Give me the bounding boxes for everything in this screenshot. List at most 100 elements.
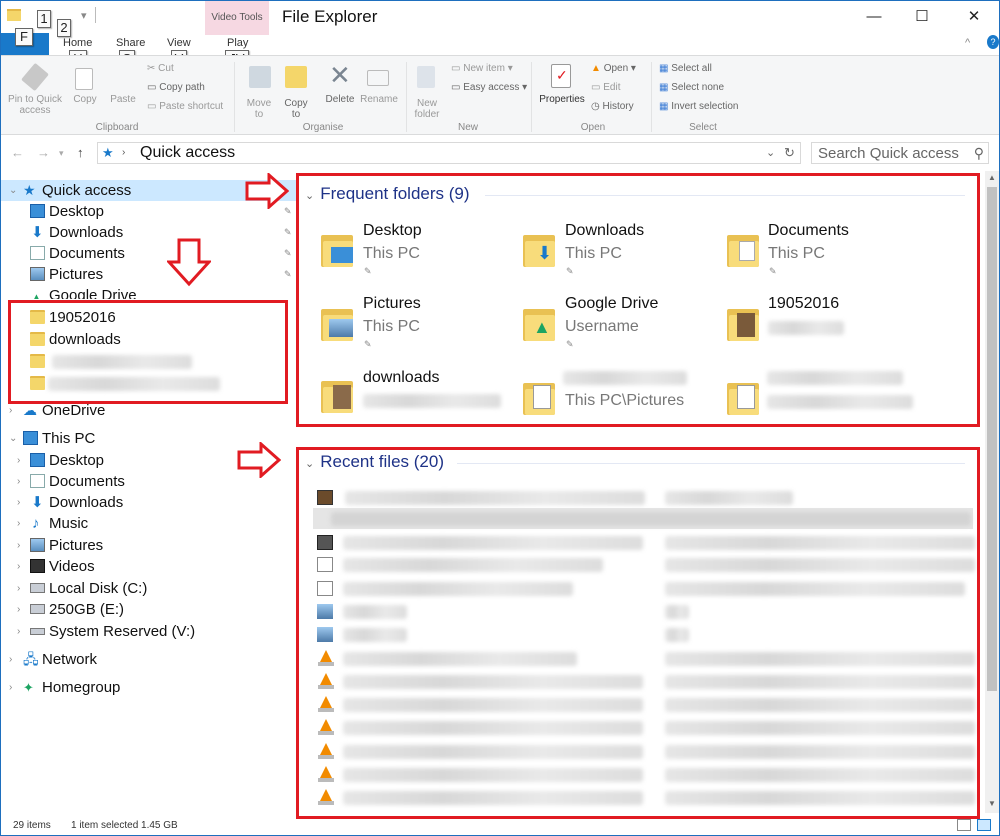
nav-qa-google-drive[interactable]: ▲ Google Drive xyxy=(30,285,295,299)
recent-file-row[interactable] xyxy=(313,578,973,599)
scrollbar-thumb[interactable] xyxy=(987,187,997,691)
nav-pc-local-disk[interactable]: Local Disk (C:) xyxy=(30,578,250,599)
expand-chevron-icon[interactable]: › xyxy=(9,400,12,421)
recent-file-row[interactable] xyxy=(313,554,975,575)
recent-files-header[interactable]: ⌄ Recent files (20) xyxy=(305,452,444,472)
rename-button[interactable]: Rename xyxy=(357,94,401,105)
recent-file-row[interactable] xyxy=(313,764,975,785)
nav-qa-downloads[interactable]: ⬇ Downloads ✎ xyxy=(30,222,295,243)
expand-chevron-icon[interactable]: › xyxy=(17,535,20,556)
minimize-button[interactable]: — xyxy=(851,1,897,33)
expand-chevron-icon[interactable]: › xyxy=(9,649,12,670)
expand-chevron-icon[interactable]: › xyxy=(17,556,20,577)
select-none-button[interactable]: ▦ Select none xyxy=(659,82,724,93)
close-button[interactable]: ✕ xyxy=(951,1,997,33)
qat-dropdown-icon[interactable]: ▾ xyxy=(81,9,87,22)
expand-chevron-icon[interactable]: › xyxy=(17,513,20,534)
new-item-button[interactable]: ▭ New item ▾ xyxy=(451,63,513,74)
vertical-scrollbar[interactable]: ▲ ▼ xyxy=(985,171,999,813)
expand-chevron-icon[interactable]: › xyxy=(17,450,20,471)
nav-onedrive[interactable]: ☁ OneDrive xyxy=(23,400,223,421)
recent-file-row[interactable] xyxy=(313,601,973,622)
recent-file-row[interactable] xyxy=(313,532,975,553)
nav-pc-pictures[interactable]: Pictures xyxy=(30,535,230,556)
breadcrumb-chevron-icon[interactable]: › xyxy=(122,147,125,158)
expand-chevron-icon[interactable]: ⌄ xyxy=(9,428,17,449)
nav-qa-19052016[interactable]: 19052016 xyxy=(30,307,280,328)
nav-this-pc[interactable]: This PC xyxy=(23,428,223,449)
cut-button[interactable]: ✂ Cut xyxy=(147,63,174,74)
search-input[interactable]: Search Quick access ⚲ xyxy=(811,142,989,164)
nav-pc-250gb[interactable]: 250GB (E:) xyxy=(30,599,250,620)
expand-chevron-icon[interactable]: ⌄ xyxy=(9,180,17,201)
refresh-icon[interactable]: ↻ xyxy=(784,145,795,161)
nav-pc-documents[interactable]: Documents xyxy=(30,471,230,492)
scroll-up-icon[interactable]: ▲ xyxy=(988,173,996,182)
nav-pc-desktop[interactable]: Desktop xyxy=(30,450,230,471)
nav-qa-blurred-1[interactable] xyxy=(30,351,280,372)
recent-file-row[interactable] xyxy=(313,717,975,738)
recent-file-row-selected[interactable] xyxy=(313,508,973,529)
vlc-file-icon xyxy=(318,719,334,735)
nav-qa-documents[interactable]: Documents ✎ xyxy=(30,243,295,264)
recent-locations-dropdown[interactable]: ▾ xyxy=(59,148,64,159)
expand-chevron-icon[interactable]: › xyxy=(9,677,12,698)
help-icon[interactable]: ? xyxy=(987,35,999,49)
recent-file-row[interactable] xyxy=(313,487,973,508)
tab-view[interactable]: View xyxy=(167,37,191,49)
up-button[interactable]: ↑ xyxy=(77,145,84,160)
nav-pc-downloads[interactable]: ⬇ Downloads xyxy=(30,492,230,513)
back-button[interactable]: ← xyxy=(11,145,24,160)
copy-path-button[interactable]: ▭ Copy path xyxy=(147,82,205,93)
delete-button[interactable]: Delete xyxy=(319,94,361,105)
forward-button[interactable]: → xyxy=(37,145,50,160)
recent-file-row[interactable] xyxy=(313,787,975,808)
pin-to-quick-access-button[interactable]: Pin to Quick access xyxy=(5,94,65,116)
expand-chevron-icon[interactable]: › xyxy=(17,492,20,513)
open-button[interactable]: ▲ Open ▾ xyxy=(591,63,636,74)
nav-homegroup[interactable]: ✦ Homegroup xyxy=(23,677,223,698)
expand-chevron-icon[interactable]: › xyxy=(17,599,20,620)
expand-chevron-icon[interactable]: › xyxy=(17,621,20,642)
maximize-button[interactable]: ☐ xyxy=(899,1,945,33)
recent-file-row[interactable] xyxy=(313,741,975,762)
nav-qa-pictures[interactable]: Pictures ✎ xyxy=(30,264,295,285)
recent-file-row[interactable] xyxy=(313,648,975,669)
address-dropdown-icon[interactable]: ⌄ xyxy=(766,146,775,159)
edit-button[interactable]: ▭ Edit xyxy=(591,82,620,93)
move-to-button[interactable]: Move to xyxy=(239,98,279,120)
paste-button[interactable]: Paste xyxy=(105,94,141,105)
ribbon-collapse-icon[interactable]: ^ xyxy=(965,37,970,49)
nav-pc-music[interactable]: ♪ Music xyxy=(30,513,230,534)
properties-button[interactable]: Properties xyxy=(537,94,587,105)
recent-file-row[interactable] xyxy=(313,694,975,715)
recent-file-row[interactable] xyxy=(313,671,975,692)
copy-to-button[interactable]: Copy to xyxy=(277,98,315,120)
image-file-icon xyxy=(317,604,333,619)
nav-network[interactable]: 🖧 Network xyxy=(23,649,223,670)
copy-button[interactable]: Copy xyxy=(67,94,103,105)
breadcrumb-quick-access[interactable]: Quick access xyxy=(140,144,235,162)
tab-share[interactable]: Share xyxy=(116,37,145,49)
select-all-button[interactable]: ▦ Select all xyxy=(659,63,712,74)
paste-shortcut-button[interactable]: ▭ Paste shortcut xyxy=(147,101,223,112)
tab-home[interactable]: Home xyxy=(63,37,92,49)
frequent-folders-header[interactable]: ⌄ Frequent folders (9) xyxy=(305,184,470,204)
tab-play[interactable]: Play xyxy=(227,37,248,49)
nav-pc-system-reserved[interactable]: System Reserved (V:) xyxy=(30,621,270,642)
nav-qa-downloads-folder[interactable]: downloads xyxy=(30,329,280,350)
large-icons-view-icon[interactable] xyxy=(977,819,991,831)
scroll-down-icon[interactable]: ▼ xyxy=(988,799,996,808)
recent-file-row[interactable] xyxy=(313,624,973,645)
expand-chevron-icon[interactable]: › xyxy=(17,471,20,492)
invert-selection-button[interactable]: ▦ Invert selection xyxy=(659,101,739,112)
easy-access-button[interactable]: ▭ Easy access ▾ xyxy=(451,82,527,93)
expand-chevron-icon[interactable]: › xyxy=(17,578,20,599)
details-view-icon[interactable] xyxy=(957,819,971,831)
new-folder-button[interactable]: New folder xyxy=(407,98,447,120)
nav-qa-blurred-2[interactable] xyxy=(30,373,280,394)
history-button[interactable]: ◷ History xyxy=(591,101,634,112)
pin-icon: ✎ xyxy=(284,248,292,258)
address-bar[interactable]: ★ › Quick access ⌄ ↻ xyxy=(97,142,801,164)
nav-pc-videos[interactable]: Videos xyxy=(30,556,230,577)
